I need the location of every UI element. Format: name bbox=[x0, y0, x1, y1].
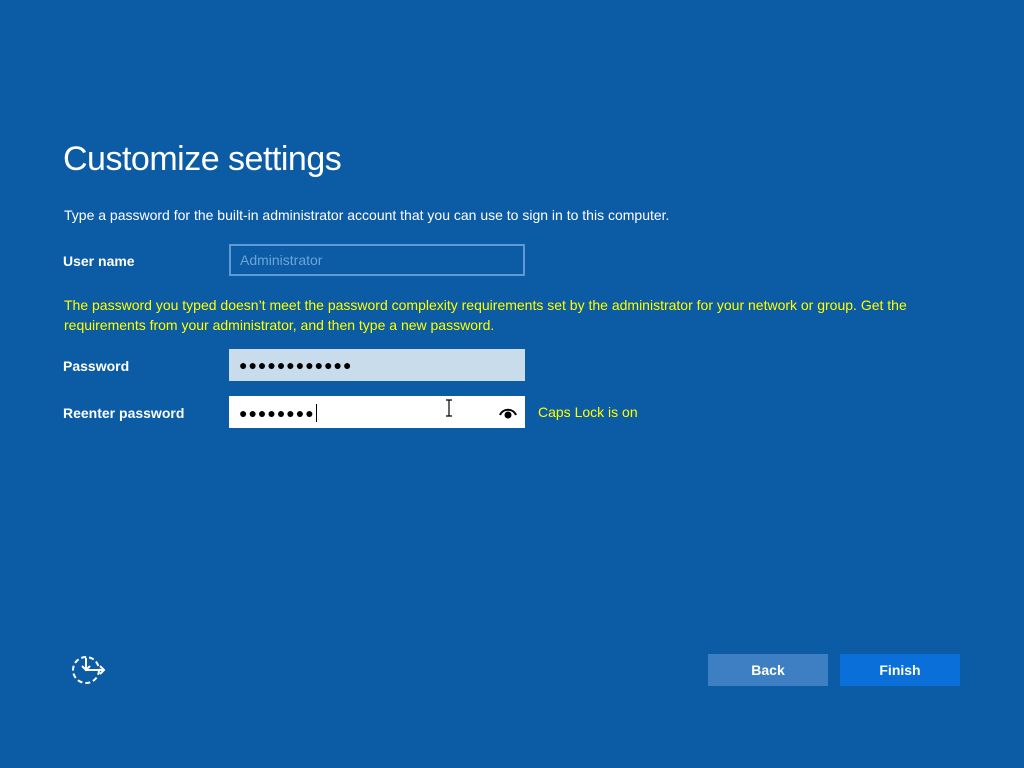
reenter-password-label: Reenter password bbox=[63, 405, 185, 421]
password-field[interactable]: ●●●●●●●●●●●● bbox=[229, 349, 525, 381]
page-title: Customize settings bbox=[63, 140, 342, 178]
reenter-password-value: ●●●●●●●● bbox=[239, 405, 315, 421]
reenter-password-field[interactable]: ●●●●●●●● bbox=[229, 396, 525, 428]
username-label: User name bbox=[63, 253, 135, 269]
password-error-message: The password you typed doesn’t meet the … bbox=[64, 297, 907, 333]
back-button[interactable]: Back bbox=[708, 654, 828, 686]
ease-of-access-icon[interactable] bbox=[70, 654, 106, 686]
username-field[interactable]: Administrator bbox=[229, 244, 525, 276]
password-label: Password bbox=[63, 358, 130, 374]
page-subtitle: Type a password for the built-in adminis… bbox=[64, 207, 670, 223]
finish-button[interactable]: Finish bbox=[840, 654, 960, 686]
text-caret bbox=[315, 404, 317, 422]
caps-lock-warning: Caps Lock is on bbox=[538, 404, 638, 420]
ibeam-cursor-icon bbox=[444, 399, 454, 417]
username-placeholder: Administrator bbox=[240, 252, 323, 268]
eye-icon[interactable] bbox=[499, 404, 517, 420]
password-value: ●●●●●●●●●●●● bbox=[239, 357, 353, 373]
